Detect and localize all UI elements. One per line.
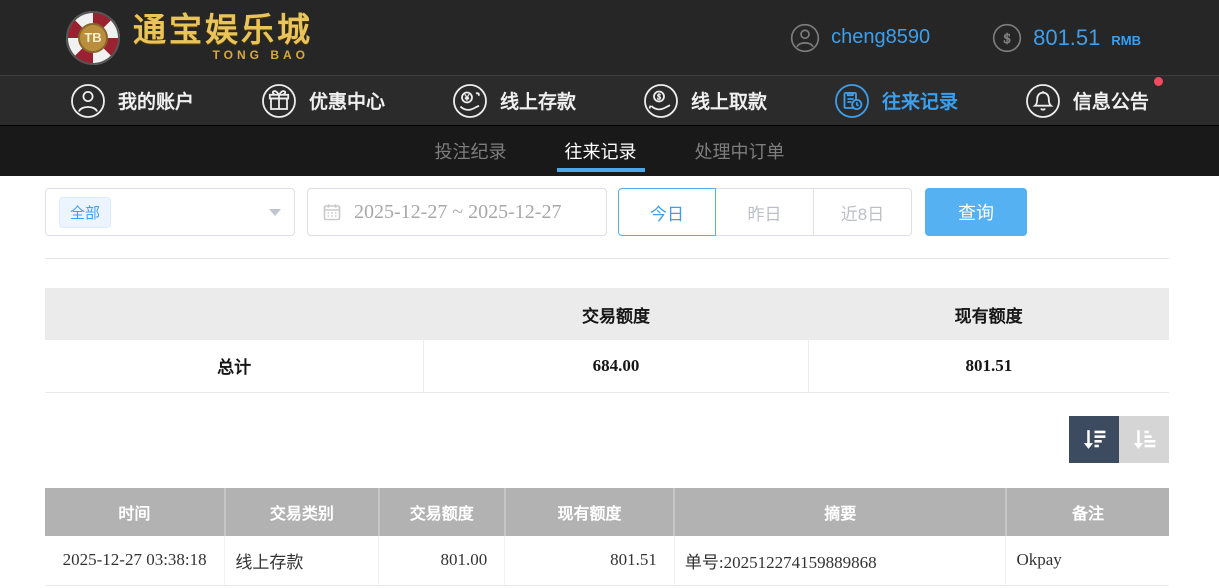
- range-today-button[interactable]: 今日: [618, 188, 716, 236]
- records-header-type: 交易类别: [225, 488, 379, 536]
- table-row: 2025-12-27 03:38:18 线上存款 801.00 801.51 单…: [45, 536, 1169, 586]
- account-icon: [70, 83, 106, 119]
- summary-total-row: 总计 684.00 801.51: [45, 340, 1169, 392]
- nav-item-deposit[interactable]: ¥ 线上存款: [452, 83, 576, 119]
- svg-text:$: $: [1004, 31, 1011, 47]
- brand-title: 通宝娱乐城: [133, 13, 313, 48]
- header-right: cheng8590 $ 801.51 RMB: [790, 23, 1141, 53]
- sort-descending-button[interactable]: [1069, 416, 1119, 463]
- coin-dollar-icon: $: [992, 23, 1022, 53]
- withdraw-icon: $: [643, 83, 679, 119]
- records-header-time: 时间: [45, 488, 225, 536]
- record-amount: 801.00: [379, 536, 505, 586]
- summary-table: 交易额度 现有额度 总计 684.00 801.51: [45, 288, 1169, 393]
- nav-label: 我的账户: [118, 87, 194, 114]
- records-table: 时间 交易类别 交易额度 现有额度 摘要 备注 2025-12-27 03:38…: [45, 488, 1169, 587]
- tab-betting-records[interactable]: 投注纪录: [429, 126, 513, 176]
- main-nav: 我的账户 优惠中心 ¥ 线上存款: [0, 75, 1219, 125]
- deposit-icon: ¥: [452, 83, 488, 119]
- section-divider: [45, 258, 1169, 259]
- quick-range-group: 今日 昨日 近8日: [618, 188, 912, 236]
- top-header: TB 通宝娱乐城 TONG BAO cheng8590 $ 801: [0, 0, 1219, 75]
- summary-header-transaction-amount: 交易额度: [424, 288, 808, 340]
- summary-header-row: 交易额度 现有额度: [45, 288, 1169, 340]
- nav-label: 线上取款: [691, 87, 767, 114]
- summary-balance-total: 801.51: [808, 340, 1169, 392]
- brand-subtitle: TONG BAO: [213, 48, 309, 62]
- summary-total-label: 总计: [45, 340, 424, 392]
- records-header-row: 时间 交易类别 交易额度 现有额度 摘要 备注: [45, 488, 1169, 536]
- records-header-note: 备注: [1006, 488, 1169, 536]
- gift-icon: [261, 83, 297, 119]
- search-button[interactable]: 查询: [925, 188, 1027, 236]
- balance-currency: RMB: [1111, 33, 1141, 48]
- records-header-amount: 交易额度: [379, 488, 505, 536]
- svg-text:¥: ¥: [464, 93, 470, 102]
- nav-label: 优惠中心: [309, 87, 385, 114]
- summary-header-current-balance: 现有额度: [808, 288, 1169, 340]
- nav-item-announcements[interactable]: 信息公告: [1025, 83, 1149, 119]
- sort-ascending-icon: [1131, 426, 1158, 453]
- nav-item-transaction-records[interactable]: 往来记录: [834, 83, 958, 119]
- svg-text:$: $: [657, 92, 661, 101]
- poker-chip-icon: TB: [66, 11, 120, 65]
- nav-label: 线上存款: [500, 87, 576, 114]
- record-type: 线上存款: [225, 536, 379, 586]
- balance-amount: 801.51: [1033, 25, 1100, 51]
- brand-logo[interactable]: TB 通宝娱乐城 TONG BAO: [66, 11, 313, 65]
- calendar-icon: [323, 203, 341, 221]
- range-last8days-button[interactable]: 近8日: [814, 188, 912, 236]
- content-area: 全部 2025-12-27 ~ 2025-12-27 今日 昨日 近8日 查询: [0, 176, 1219, 586]
- sort-controls: [45, 416, 1169, 463]
- balance-display[interactable]: $ 801.51 RMB: [992, 23, 1141, 53]
- nav-label: 信息公告: [1073, 87, 1149, 114]
- records-header-summary: 摘要: [674, 488, 1006, 536]
- user-avatar-icon: [790, 23, 820, 53]
- chevron-down-icon: [269, 209, 281, 216]
- date-range-value: 2025-12-27 ~ 2025-12-27: [354, 201, 561, 224]
- notification-dot: [1154, 77, 1163, 86]
- tab-transaction-records[interactable]: 往来记录: [559, 126, 643, 176]
- type-select[interactable]: 全部: [45, 188, 295, 236]
- nav-label: 往来记录: [882, 87, 958, 114]
- range-yesterday-button[interactable]: 昨日: [716, 188, 814, 236]
- chip-label: TB: [78, 23, 108, 53]
- records-header-balance: 现有额度: [505, 488, 675, 536]
- nav-item-promotions[interactable]: 优惠中心: [261, 83, 385, 119]
- brand-text: 通宝娱乐城 TONG BAO: [133, 13, 313, 62]
- nav-item-my-account[interactable]: 我的账户: [70, 83, 194, 119]
- username: cheng8590: [831, 26, 930, 49]
- record-balance: 801.51: [505, 536, 675, 586]
- record-tabs: 投注纪录 往来记录 处理中订单: [0, 125, 1219, 176]
- summary-header-empty: [45, 288, 424, 340]
- date-range-input[interactable]: 2025-12-27 ~ 2025-12-27: [307, 188, 607, 236]
- tab-pending-orders[interactable]: 处理中订单: [689, 126, 791, 176]
- nav-item-withdraw[interactable]: $ 线上取款: [643, 83, 767, 119]
- sort-ascending-button[interactable]: [1119, 416, 1169, 463]
- user-account[interactable]: cheng8590: [790, 23, 930, 53]
- bell-icon: [1025, 83, 1061, 119]
- records-icon: [834, 83, 870, 119]
- record-time: 2025-12-27 03:38:18: [45, 536, 225, 586]
- selected-type-tag[interactable]: 全部: [59, 197, 111, 228]
- filter-row: 全部 2025-12-27 ~ 2025-12-27 今日 昨日 近8日 查询: [45, 188, 1169, 236]
- summary-transaction-total: 684.00: [424, 340, 808, 392]
- record-note: Okpay: [1006, 536, 1169, 586]
- record-summary: 单号:202512274159889868: [674, 536, 1006, 586]
- sort-descending-icon: [1081, 426, 1108, 453]
